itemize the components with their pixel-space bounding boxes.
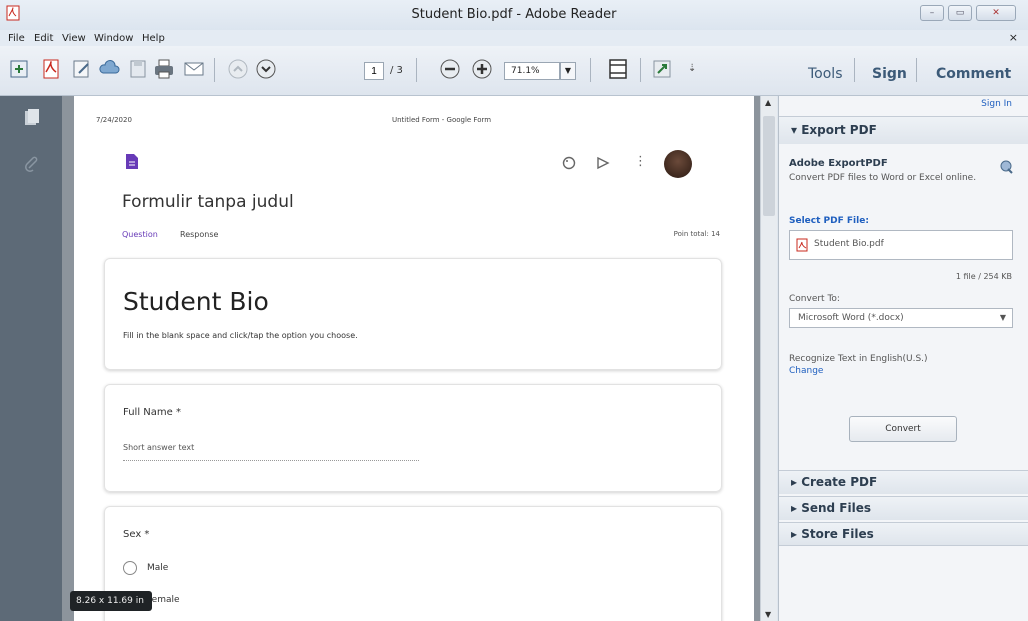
edit-icon[interactable] (70, 57, 94, 81)
fit-page-icon[interactable] (606, 57, 630, 81)
page-header-date: 7/24/2020 (96, 116, 132, 124)
form-title: Formulir tanpa judul (122, 192, 294, 212)
store-files-title: Store Files (801, 527, 874, 541)
scroll-thumb[interactable] (763, 116, 775, 216)
navigation-rail (0, 96, 62, 621)
create-pdf-header[interactable]: ▸ Create PDF (779, 470, 1028, 494)
form-header-card: Student Bio Fill in the blank space and … (104, 258, 722, 370)
toolbar-menu-icon[interactable]: ⇣ (688, 57, 700, 81)
convert-format-value: Microsoft Word (*.docx) (798, 313, 904, 323)
toolbar-separator (916, 58, 917, 82)
create-pdf-title: Create PDF (801, 475, 878, 489)
avatar[interactable] (664, 150, 692, 178)
pages-icon[interactable] (24, 108, 40, 126)
previous-page-icon[interactable] (226, 57, 250, 81)
window-title: Student Bio.pdf - Adobe Reader (411, 7, 617, 22)
minimize-button[interactable]: – (920, 5, 944, 21)
question-label: Full Name * (123, 407, 181, 418)
send-files-header[interactable]: ▸ Send Files (779, 496, 1028, 520)
menu-bar: File Edit View Window Help × (0, 30, 1028, 46)
convert-button[interactable]: Convert (849, 416, 957, 442)
zoom-level-input[interactable]: 71.1% (504, 62, 560, 80)
recognize-text-label: Recognize Text in English(U.S.) (789, 354, 928, 364)
toolbar-separator (640, 58, 641, 82)
print-icon[interactable] (152, 57, 176, 81)
more-options-icon[interactable]: ⋮ (634, 154, 647, 169)
send-files-title: Send Files (801, 501, 871, 515)
toolbar: / 3 71.1% ▼ ⇣ Tools Sign Comment (0, 46, 1028, 96)
selected-file-box[interactable]: Student Bio.pdf (789, 230, 1013, 260)
chevron-down-icon[interactable]: ▼ (560, 62, 576, 80)
select-pdf-label: Select PDF File: (789, 216, 869, 226)
page-header-title: Untitled Form - Google Form (392, 116, 492, 124)
page-number-input[interactable] (364, 62, 384, 80)
pdf-page: 7/24/2020 Untitled Form - Google Form ⋮ … (74, 96, 754, 621)
scroll-down-icon[interactable]: ▼ (765, 610, 771, 619)
question-card-full-name: Full Name * Short answer text (104, 384, 722, 492)
convert-to-label: Convert To: (789, 294, 840, 304)
create-icon[interactable] (8, 57, 32, 81)
option-male: Male (147, 563, 169, 573)
menu-help[interactable]: Help (142, 33, 165, 44)
points-total: Poin total: 14 (673, 230, 720, 238)
scroll-up-icon[interactable]: ▲ (765, 98, 771, 107)
right-task-pane: Sign In ▾ Export PDF Adobe ExportPDF Con… (778, 96, 1028, 621)
document-viewer: 7/24/2020 Untitled Form - Google Form ⋮ … (62, 96, 760, 621)
vertical-scrollbar[interactable]: ▲ ▼ (760, 96, 777, 621)
tab-tools[interactable]: Tools (808, 66, 843, 82)
export-service-icon[interactable] (1000, 160, 1014, 174)
menu-file[interactable]: File (8, 33, 25, 44)
toolbar-separator (416, 58, 417, 82)
tab-response[interactable]: Response (180, 230, 218, 239)
selected-file-name: Student Bio.pdf (814, 239, 884, 249)
zoom-in-icon[interactable] (470, 57, 494, 81)
pdf-file-icon (796, 238, 808, 252)
bio-title: Student Bio (123, 287, 269, 316)
cloud-icon[interactable] (98, 57, 122, 81)
bio-description: Fill in the blank space and click/tap th… (123, 331, 358, 340)
page-size-tooltip: 8.26 x 11.69 in (70, 591, 152, 611)
question-label: Sex * (123, 529, 150, 540)
attachment-icon[interactable] (24, 154, 40, 172)
pdf-icon[interactable] (40, 57, 64, 81)
menu-edit[interactable]: Edit (34, 33, 53, 44)
answer-underline (123, 460, 419, 461)
close-document-icon[interactable]: × (1009, 31, 1018, 44)
save-icon[interactable] (126, 57, 150, 81)
tab-comment[interactable]: Comment (936, 66, 1011, 82)
page-total: / 3 (390, 65, 403, 76)
toolbar-separator (214, 58, 215, 82)
convert-format-select[interactable]: Microsoft Word (*.docx) ▼ (789, 308, 1013, 328)
menu-view[interactable]: View (62, 33, 86, 44)
tab-question[interactable]: Question (122, 230, 158, 239)
zoom-out-icon[interactable] (438, 57, 462, 81)
google-forms-icon (126, 154, 138, 169)
export-pdf-title: Export PDF (801, 123, 877, 137)
toolbar-separator (590, 58, 591, 82)
full-screen-icon[interactable] (650, 57, 674, 81)
question-card-sex: Sex * Male Female (104, 506, 722, 621)
palette-icon[interactable] (562, 156, 576, 170)
send-icon[interactable] (596, 156, 610, 170)
tab-sign[interactable]: Sign (872, 66, 907, 82)
chevron-down-icon: ▼ (999, 313, 1006, 322)
maximize-button[interactable]: ▭ (948, 5, 972, 21)
short-answer-placeholder: Short answer text (123, 443, 195, 452)
adobe-exportpdf-title: Adobe ExportPDF (789, 158, 888, 169)
adobe-exportpdf-description: Convert PDF files to Word or Excel onlin… (789, 173, 977, 183)
title-bar: Student Bio.pdf - Adobe Reader – ▭ ✕ (0, 0, 1028, 30)
change-language-link[interactable]: Change (789, 366, 823, 376)
next-page-icon[interactable] (254, 57, 278, 81)
file-count: 1 file / 254 KB (955, 272, 1012, 281)
close-button[interactable]: ✕ (976, 5, 1016, 21)
sign-in-link[interactable]: Sign In (981, 99, 1012, 109)
menu-window[interactable]: Window (94, 33, 133, 44)
store-files-header[interactable]: ▸ Store Files (779, 522, 1028, 546)
email-icon[interactable] (182, 57, 206, 81)
radio-male[interactable] (123, 561, 137, 575)
export-pdf-header[interactable]: ▾ Export PDF (779, 116, 1028, 144)
toolbar-separator (854, 58, 855, 82)
